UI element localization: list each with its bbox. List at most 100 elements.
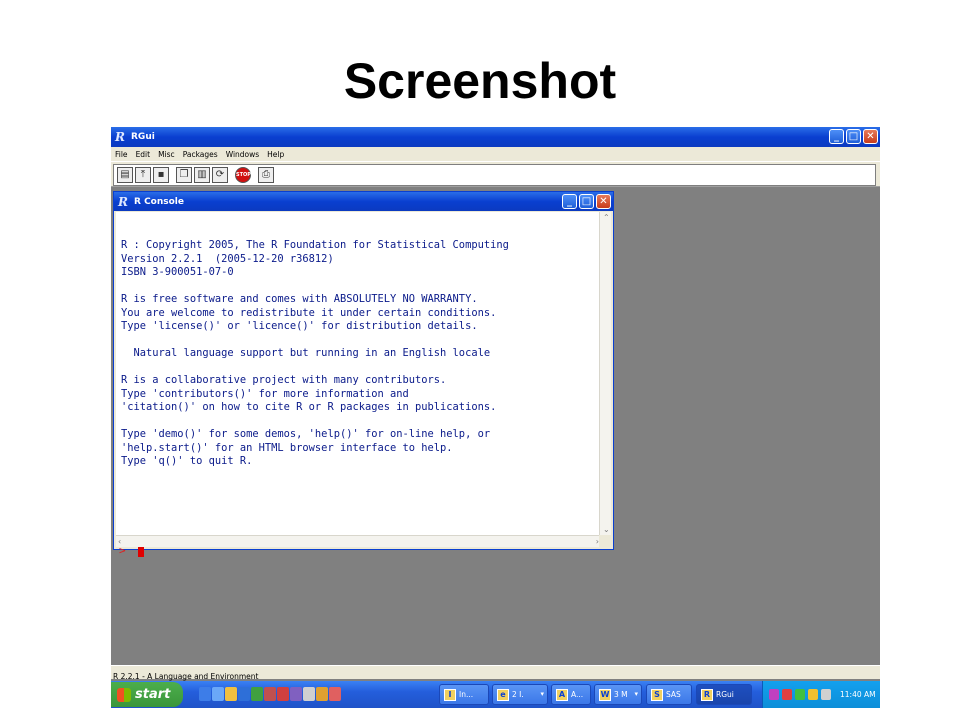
taskbar-button-2i[interactable]: e2 I. ▾ (492, 684, 548, 705)
maximize-button[interactable]: □ (846, 129, 861, 144)
menu-file[interactable]: File (115, 150, 128, 159)
task-group-dropdown-icon[interactable]: ▾ (540, 690, 544, 698)
console-startup-text: R : Copyright 2005, The R Foundation for… (121, 239, 509, 469)
start-button[interactable]: start (111, 682, 183, 707)
slide-title: Screenshot (343, 53, 617, 109)
task-group-dropdown-icon[interactable]: ▾ (634, 690, 638, 698)
status-text: R 2.2.1 - A Language and Environment (113, 672, 259, 681)
task-app-icon: S (651, 688, 663, 701)
taskbar-button-rgui[interactable]: R RGui (696, 684, 752, 705)
r-console-window: R R Console _ □ ✕ R : Copyright 2005, Th… (113, 191, 614, 557)
task-label: In... (459, 690, 474, 699)
task-label: RGui (716, 690, 734, 699)
menu-help[interactable]: Help (267, 150, 284, 159)
clock: 11:40 AM (840, 690, 876, 699)
task-app-icon: e (497, 688, 509, 701)
console-maximize-button[interactable]: □ (579, 194, 594, 209)
console-line: R : Copyright 2005, The R Foundation for… (121, 239, 509, 251)
taskbar-button-sas[interactable]: S SAS (646, 684, 692, 705)
close-button[interactable]: ✕ (863, 129, 878, 144)
rgui-title: RGui (131, 132, 155, 142)
minimize-button[interactable]: _ (829, 129, 844, 144)
print-icon[interactable]: ⎙ (258, 167, 274, 183)
task-label: A... (571, 690, 584, 699)
quick-launch-icon[interactable] (238, 687, 250, 701)
console-titlebar[interactable]: R R Console _ □ ✕ (114, 192, 613, 211)
console-line: 'help.start()' for an HTML browser inter… (121, 441, 453, 454)
windows-flag-icon (117, 687, 131, 702)
tray-icon[interactable] (769, 689, 779, 700)
rgui-window: R RGui _ □ ✕ File Edit Misc Packages Win… (111, 127, 880, 708)
console-line: You are welcome to redistribute it under… (121, 306, 497, 319)
console-minimize-button[interactable]: _ (562, 194, 577, 209)
open-script-icon[interactable]: ▤ (117, 167, 133, 183)
task-app-icon: W (599, 688, 611, 701)
save-workspace-icon[interactable]: ▪ (153, 167, 169, 183)
console-line: Type 'contributors()' for more informati… (121, 387, 409, 400)
quick-launch-icon[interactable] (251, 687, 263, 701)
horizontal-scrollbar[interactable]: ‹ › (116, 535, 601, 547)
console-line: 'citation()' on how to cite R or R packa… (121, 401, 497, 413)
console-line: R is free software and comes with ABSOLU… (121, 293, 478, 305)
scroll-left-icon[interactable]: ‹ (118, 537, 121, 546)
vertical-scrollbar[interactable]: ⌃ ⌄ (599, 212, 611, 535)
console-title: R Console (134, 196, 184, 207)
task-app-icon: I (444, 688, 456, 701)
menu-bar: File Edit Misc Packages Windows Help (111, 147, 880, 161)
task-app-icon: A (556, 688, 568, 701)
quick-launch-icon[interactable] (329, 687, 341, 701)
menu-windows[interactable]: Windows (226, 150, 259, 159)
quick-launch-icon[interactable] (303, 687, 315, 701)
tray-icon[interactable] (821, 689, 831, 700)
quick-launch-icon[interactable] (212, 687, 224, 701)
r-console-logo-icon: R (118, 194, 128, 209)
taskbar-button-in[interactable]: I In... (439, 684, 489, 705)
tray-icon[interactable] (795, 689, 805, 700)
load-workspace-icon[interactable]: ⤒ (135, 167, 151, 183)
stop-icon[interactable]: STOP (235, 167, 251, 183)
console-output[interactable]: R : Copyright 2005, The R Foundation for… (116, 212, 601, 535)
copy-paste-icon[interactable]: ⟳ (212, 167, 228, 183)
task-app-icon: R (701, 688, 713, 701)
tray-icon[interactable] (782, 689, 792, 700)
paste-icon[interactable]: ▥ (194, 167, 210, 183)
console-line: Type 'license()' or 'licence()' for dist… (121, 320, 478, 332)
status-bar: R 2.2.1 - A Language and Environment (111, 665, 880, 681)
console-line: Type 'q()' to quit R. (121, 455, 253, 467)
quick-launch-icon[interactable] (277, 687, 289, 701)
size-grip[interactable] (599, 535, 611, 547)
console-line: ISBN 3-900051-07-0 (121, 266, 234, 278)
task-label: 2 I. (512, 690, 524, 699)
toolbar: ▤ ⤒ ▪ ❐ ▥ ⟳ STOP ⎙ (111, 161, 880, 187)
scroll-up-icon[interactable]: ⌃ (603, 213, 610, 222)
quick-launch-icon[interactable] (264, 687, 276, 701)
console-close-button[interactable]: ✕ (596, 194, 611, 209)
taskbar-button-a[interactable]: A A... (551, 684, 591, 705)
task-label: SAS (666, 690, 681, 699)
quick-launch-icon[interactable] (290, 687, 302, 701)
copy-icon[interactable]: ❐ (176, 167, 192, 183)
start-label: start (135, 687, 171, 702)
taskbar-button-3m[interactable]: W3 M ▾ (594, 684, 642, 705)
console-line: R is a collaborative project with many c… (121, 374, 447, 386)
menu-packages[interactable]: Packages (183, 150, 218, 159)
menu-misc[interactable]: Misc (158, 150, 175, 159)
console-line: Type 'demo()' for some demos, 'help()' f… (121, 428, 491, 440)
scroll-down-icon[interactable]: ⌄ (603, 525, 610, 534)
taskbar: start I In... e 2 I. ▾ A A... W 3 M ▾ S SAS R RGui 11… (111, 681, 880, 708)
r-logo-icon: R (115, 130, 125, 144)
menu-edit[interactable]: Edit (136, 150, 151, 159)
task-label: 3 M (614, 690, 628, 699)
tray-icon[interactable] (808, 689, 818, 700)
quick-launch-icon[interactable] (225, 687, 237, 701)
quick-launch-icon[interactable] (199, 687, 211, 701)
quick-launch-icon[interactable] (316, 687, 328, 701)
console-line: Version 2.2.1 (2005-12-20 r36812) (121, 252, 334, 265)
console-line: Natural language support but running in … (121, 347, 491, 359)
rgui-titlebar[interactable]: R RGui _ □ ✕ (111, 127, 880, 147)
system-tray: 11:40 AM (762, 681, 880, 708)
